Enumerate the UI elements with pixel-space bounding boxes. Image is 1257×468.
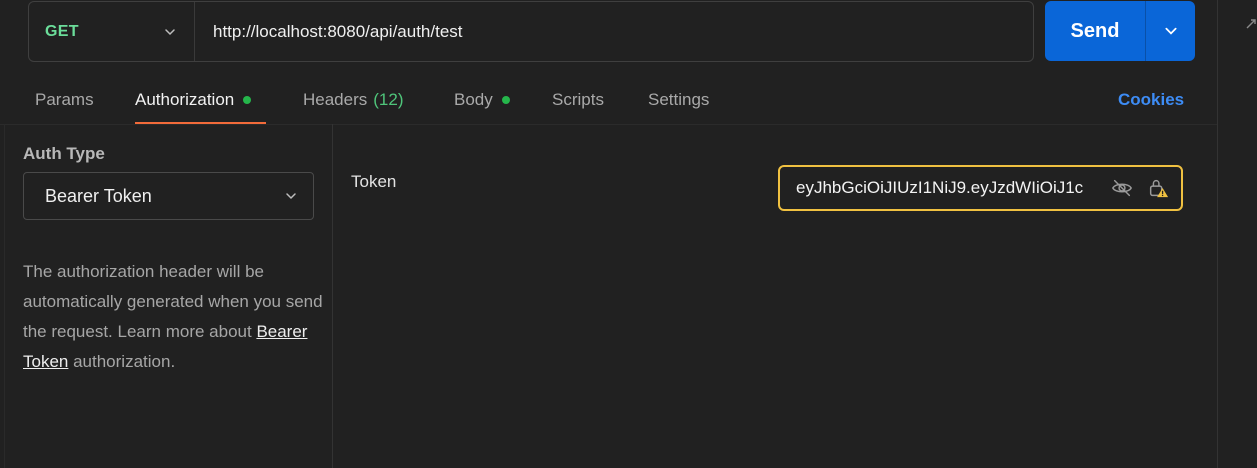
auth-type-label: Auth Type bbox=[23, 144, 105, 163]
tab-label: Headers bbox=[303, 90, 368, 109]
tab-authorization[interactable]: Authorization bbox=[135, 78, 252, 124]
tab-headers[interactable]: Headers (12) bbox=[303, 78, 404, 124]
tab-label: Authorization bbox=[135, 90, 235, 109]
tab-settings[interactable]: Settings bbox=[648, 78, 709, 124]
auth-type-select[interactable]: Bearer Token bbox=[23, 172, 314, 220]
token-field bbox=[778, 165, 1183, 211]
url-input[interactable] bbox=[195, 2, 1033, 61]
method-select[interactable]: GET bbox=[29, 2, 195, 61]
panel-divider bbox=[1217, 0, 1218, 468]
status-dot bbox=[243, 96, 252, 104]
request-tabs: Params Authorization Headers (12) Body S… bbox=[0, 78, 1217, 124]
request-editor: GET Send Params Authorization Headers (1… bbox=[0, 0, 1257, 468]
tab-label: Params bbox=[35, 90, 94, 109]
token-input[interactable] bbox=[796, 178, 1098, 198]
send-button[interactable]: Send bbox=[1045, 1, 1146, 61]
eye-off-icon[interactable] bbox=[1110, 176, 1134, 200]
url-bar: GET bbox=[28, 1, 1034, 62]
status-dot bbox=[501, 96, 510, 104]
auth-type-value: Bearer Token bbox=[45, 185, 152, 206]
chevron-down-icon bbox=[1164, 27, 1177, 35]
cookies-link[interactable]: Cookies bbox=[1118, 90, 1184, 110]
tab-params[interactable]: Params bbox=[35, 78, 94, 124]
tabs-divider bbox=[0, 124, 1217, 125]
auth-description-suffix: authorization. bbox=[68, 352, 176, 371]
auth-pane-divider bbox=[332, 124, 333, 468]
headers-count-badge: (12) bbox=[373, 90, 404, 109]
expand-icon[interactable] bbox=[1243, 16, 1257, 32]
left-edge-divider bbox=[4, 124, 5, 468]
tab-label: Body bbox=[454, 90, 493, 109]
send-group: Send bbox=[1045, 1, 1195, 61]
tab-scripts[interactable]: Scripts bbox=[552, 78, 604, 124]
method-label: GET bbox=[45, 22, 79, 40]
chevron-down-icon bbox=[165, 28, 175, 35]
chevron-down-icon bbox=[286, 193, 296, 200]
tab-body[interactable]: Body bbox=[454, 78, 510, 124]
tab-label: Settings bbox=[648, 90, 710, 109]
token-label: Token bbox=[351, 172, 397, 191]
auth-description: The authorization header will be automat… bbox=[23, 257, 323, 377]
tab-label: Scripts bbox=[552, 90, 604, 109]
lock-warning-icon[interactable] bbox=[1146, 176, 1170, 200]
send-options-button[interactable] bbox=[1146, 1, 1195, 61]
